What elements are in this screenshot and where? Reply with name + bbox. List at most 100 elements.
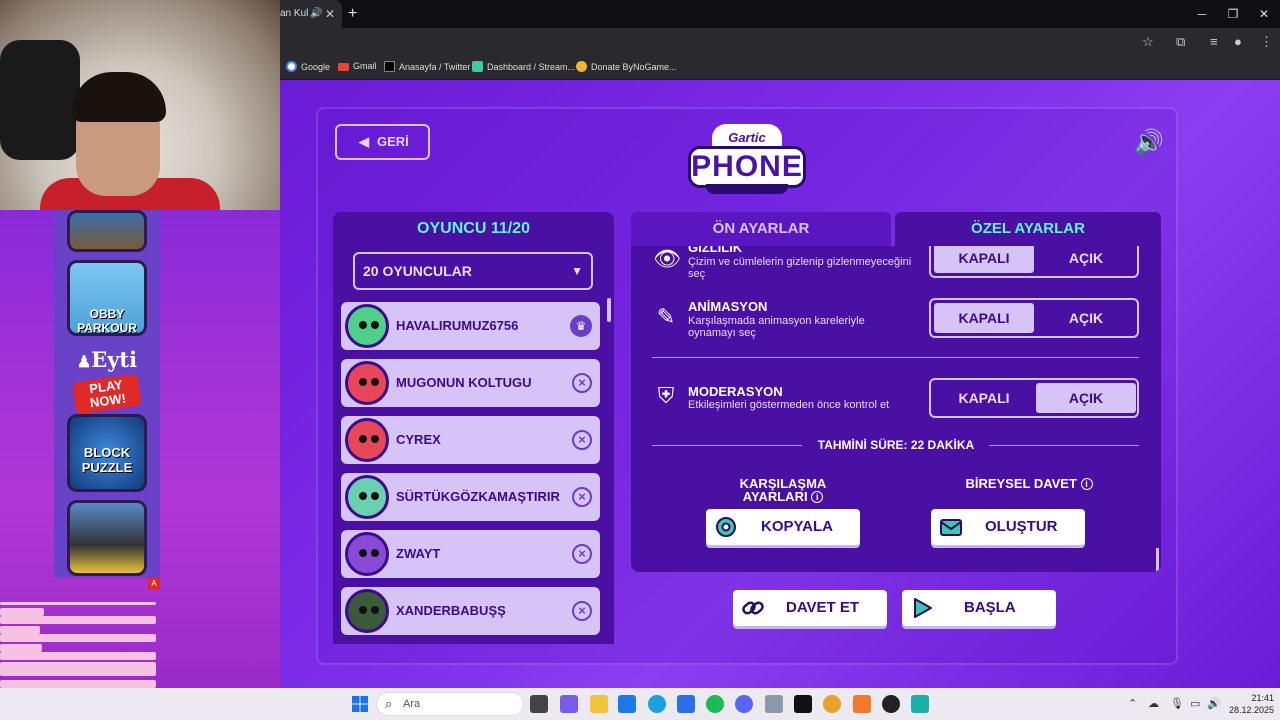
play-now-badge[interactable]: PLAY NOW! [72,373,142,415]
create-invite-button[interactable]: OLUŞTUR [931,509,1085,545]
players-title: OYUNCU 11/20 [417,220,530,237]
avatar-eye [359,492,367,500]
settings-scrollbar[interactable] [1156,548,1159,572]
player-name: MUGONUN KOLTUGU [396,375,532,390]
info-icon[interactable]: i [811,491,824,503]
media-app-icon[interactable] [794,695,812,713]
copy-settings-button[interactable]: KOPYALA [706,509,860,545]
ad-monster-truck[interactable] [67,210,147,252]
bookmark-gmail[interactable]: Gmail [338,61,377,71]
kick-player-icon[interactable]: × [572,373,592,393]
players-scrollbar[interactable] [607,298,611,322]
player-row[interactable]: MUGONUN KOLTUGU × [341,359,600,407]
browser-tab[interactable]: an Kul 🔊 ✕ [280,0,342,28]
taskbar-search[interactable]: ⌕ Ara [376,692,524,716]
restore-button[interactable]: ❐ [1218,0,1248,28]
avatar-eye [371,321,379,329]
individual-invite-label: BİREYSEL DAVET i [949,477,1109,490]
minimize-button[interactable]: ─ [1187,0,1217,28]
x-icon [384,61,395,72]
bookmark-donate[interactable]: Donate ByNoGame... [576,61,677,72]
task-view-icon[interactable] [530,695,548,713]
extensions-icon[interactable]: ⧉ [1176,34,1185,50]
speaker-icon[interactable]: 🔊 [310,0,322,28]
microphone-icon[interactable]: 🎙 [1170,697,1184,710]
player-name: CYREX [396,432,441,447]
kick-player-icon[interactable]: × [572,601,592,621]
animation-title: ANİMASYON [688,299,768,314]
new-tab-button[interactable]: + [348,0,357,28]
player-row[interactable]: XANDERBABUŞŞ × [341,587,600,635]
player-row[interactable]: HAVALIRUMUZ6756 ♛ [341,302,600,350]
profile-icon[interactable]: ● [1234,34,1242,49]
bookmark-google[interactable]: Google [286,61,330,72]
ad-block-puzzle[interactable]: BLOCK PUZZLE [67,414,147,492]
chat-line [0,652,156,660]
notepad-icon[interactable] [911,695,929,713]
moderation-title: MODERASYON [688,384,783,399]
eye-icon: 👁 [653,246,681,271]
chrome-icon[interactable] [823,695,841,713]
copilot-icon[interactable] [560,695,578,713]
monitor-icon[interactable]: ▭ [1190,697,1200,710]
mail-icon[interactable] [677,695,695,713]
avatar-eye [359,378,367,386]
info-icon[interactable]: i [1080,478,1093,490]
player-row[interactable]: CYREX × [341,416,600,464]
close-window-button[interactable]: ✕ [1249,0,1279,28]
animation-on-option[interactable]: AÇIK [1036,303,1136,333]
edge-icon[interactable] [648,695,666,713]
windows-start-icon[interactable] [351,695,369,713]
kick-player-icon[interactable]: × [572,430,592,450]
player-name: XANDERBABUŞŞ [396,603,506,618]
moderation-toggle[interactable]: KAPALI AÇIK [929,378,1139,418]
player-count-select[interactable]: 20 OYUNCULAR ▼ [353,252,593,290]
media-icon[interactable]: ≡ [1210,34,1218,49]
ad-obby-parkour[interactable]: OBBY PARKOUR [67,260,147,336]
menu-icon[interactable]: ⋮ [1260,34,1273,50]
settings-app-icon[interactable] [765,695,783,713]
spotify-icon[interactable] [706,695,724,713]
start-button[interactable]: BAŞLA [902,590,1056,626]
moderation-off-option[interactable]: KAPALI [934,383,1034,413]
player-row[interactable]: ZWAYT × [341,530,600,578]
ad-obby-text: OBBY PARKOUR [77,307,137,335]
avatar-eye [359,549,367,557]
star-icon[interactable]: ☆ [1142,34,1154,50]
volume-icon[interactable]: 🔊 [1134,128,1164,157]
hidden-toggle[interactable]: KAPALI AÇIK [929,246,1139,278]
player-avatar [345,304,389,348]
close-tab-icon[interactable]: ✕ [325,0,335,28]
back-button[interactable]: ◀ GERİ [335,124,430,160]
tab-custom-settings[interactable]: ÖZEL AYARLAR [895,212,1161,246]
moderation-on-option[interactable]: AÇIK [1036,383,1136,413]
clock-time: 21:41 [1251,693,1274,703]
back-label: GERİ [377,134,409,149]
store-icon[interactable] [618,695,636,713]
stream-chat [0,598,160,688]
network-app-icon[interactable]: ☁ [1148,697,1159,710]
obs-icon[interactable] [882,695,900,713]
bookmark-dashboard[interactable]: Dashboard / Stream... [472,61,575,72]
tab-presets[interactable]: ÖN AYARLAR [631,212,891,246]
bookmark-twitter[interactable]: Anasayfa / Twitter [384,61,470,72]
volume-tray-icon[interactable]: 🔊 [1207,697,1221,710]
chevron-up-icon[interactable]: ⌃ [1128,697,1137,710]
hidden-off-option[interactable]: KAPALI [934,246,1034,273]
animation-toggle[interactable]: KAPALI AÇIK [929,298,1139,338]
clock[interactable]: 21:41 28.12.2025 [1224,692,1274,716]
folder-icon[interactable] [590,695,608,713]
player-name: ZWAYT [396,546,441,561]
player-row[interactable]: SÜRTÜKGÖZKAMAŞTIRIR × [341,473,600,521]
animation-desc: Karşılaşmada animasyon kareleriyle oynam… [688,315,865,339]
ad-moto-racer[interactable] [67,500,147,576]
kick-player-icon[interactable]: × [572,544,592,564]
invite-button[interactable]: DAVET ET [733,590,887,626]
settings-panel: 👁 GİZLİLİK Çizim ve cümlelerin gizlenip … [631,246,1161,572]
app-icon[interactable] [853,695,871,713]
hidden-on-option[interactable]: AÇIK [1036,246,1136,273]
kick-player-icon[interactable]: × [572,487,592,507]
animation-off-option[interactable]: KAPALI [934,303,1034,333]
copy-label: KOPYALA [761,518,833,535]
discord-icon[interactable] [735,695,753,713]
